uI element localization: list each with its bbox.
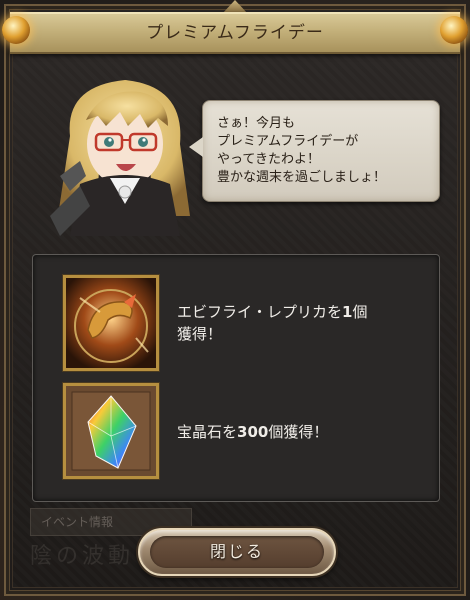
background-banner-text: イベント情報: [41, 515, 114, 529]
close-button-label: 閉じる: [209, 542, 264, 561]
background-ghost-text: 陰の波動: [30, 544, 135, 569]
reward-count: 1: [342, 303, 353, 321]
character-portrait: [40, 66, 210, 236]
reward-text: 宝晶石を300個獲得！: [177, 421, 417, 443]
reward-count: 300: [237, 423, 269, 441]
speech-bubble-tail: [189, 137, 203, 157]
ebi-fry-replica-icon: [63, 275, 159, 371]
left-orb-ornament: [2, 16, 30, 44]
reward-text: エビフライ・レプリカを1個 獲得！: [177, 301, 417, 345]
reward-unit: 個: [352, 303, 368, 321]
speech-bubble: さぁ！今月も プレミアムフライデーが やってきたわよ！ 豊かな週末を過ごしましょ…: [189, 100, 440, 202]
right-orb-ornament: [440, 16, 468, 44]
reward-item: 宝晶石を300個獲得！: [63, 383, 423, 483]
speech-line: やってきたわよ！: [217, 152, 320, 167]
reward-unit: 個獲得！: [268, 423, 329, 441]
speech-line: プレミアムフライデーが: [217, 134, 359, 149]
reward-name: 宝晶石を: [177, 423, 238, 441]
title-bar: プレミアムフライデー: [10, 12, 460, 54]
reward-acquired: 獲得！: [177, 325, 223, 343]
dialog-title: プレミアムフライデー: [146, 23, 324, 43]
reward-panel: エビフライ・レプリカを1個 獲得！ 宝晶石を300個獲得！: [32, 254, 440, 502]
speech-text: さぁ！今月も プレミアムフライデーが やってきたわよ！ 豊かな週末を過ごしましょ…: [217, 115, 429, 187]
reward-name: エビフライ・レプリカを: [177, 303, 343, 321]
speech-line: 豊かな週末を過ごしましょ！: [217, 170, 387, 185]
reward-item: エビフライ・レプリカを1個 獲得！: [63, 275, 423, 375]
close-button[interactable]: 閉じる: [138, 528, 336, 576]
prism-crystal-icon: [63, 383, 159, 479]
speech-line: さぁ！今月も: [217, 116, 296, 131]
